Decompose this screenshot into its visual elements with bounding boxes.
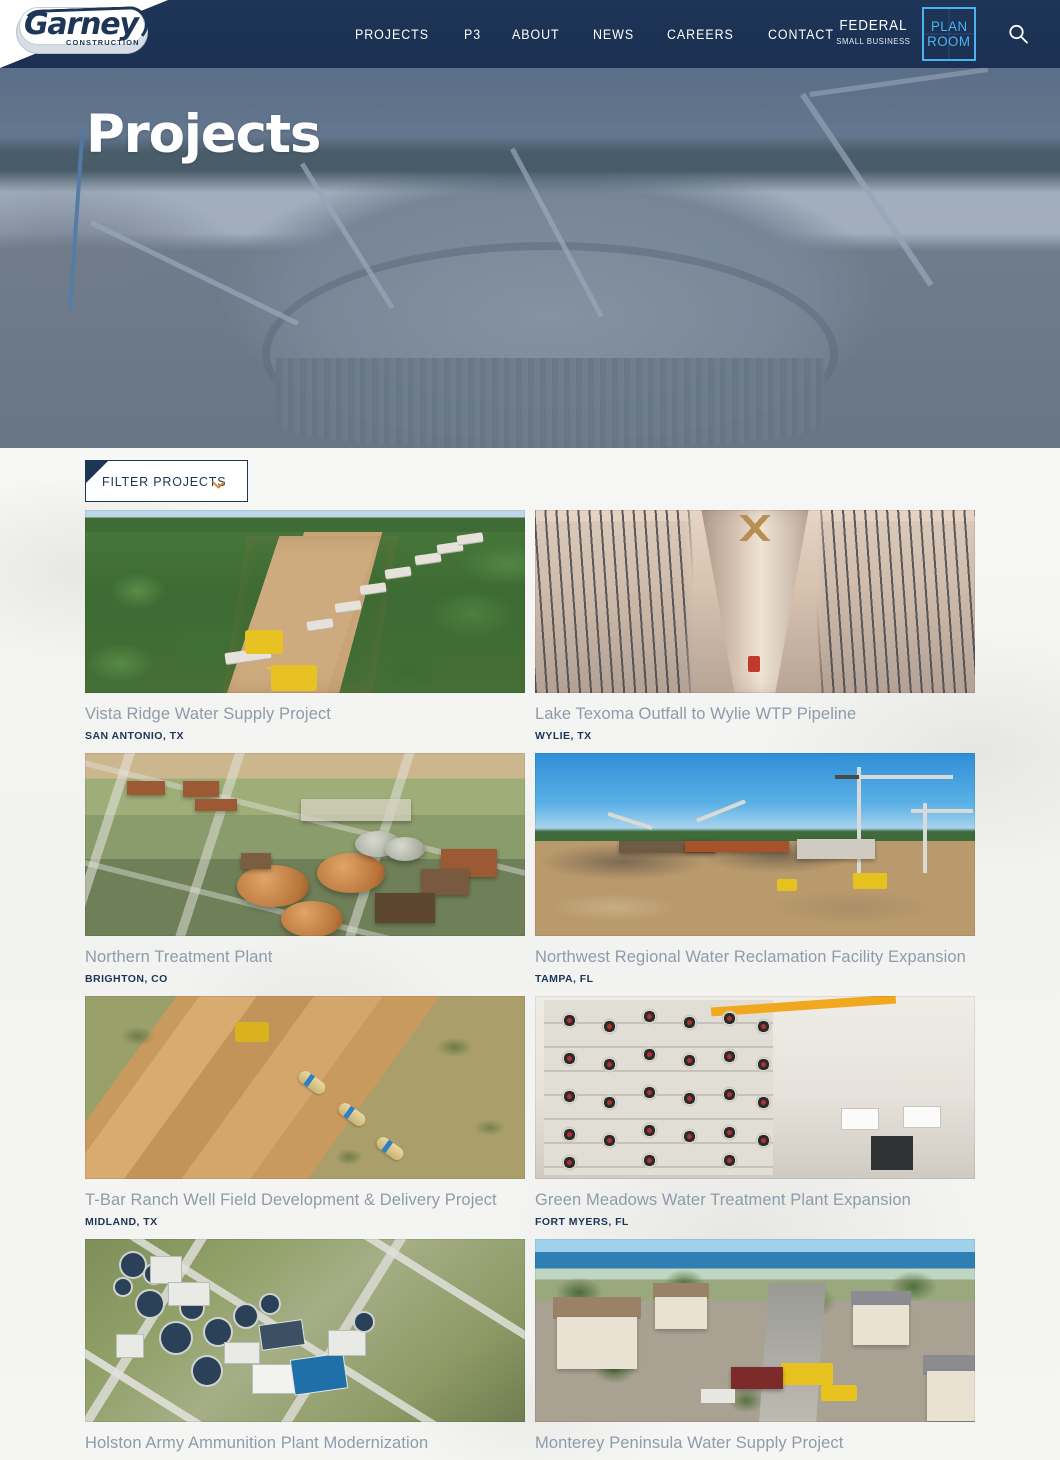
filter-projects-wrapper: FILTER PROJECTS bbox=[85, 460, 248, 502]
project-thumbnail bbox=[535, 1239, 975, 1422]
project-location: WYLIE, TX bbox=[535, 730, 592, 742]
filter-projects-button[interactable]: FILTER PROJECTS bbox=[85, 460, 248, 502]
search-icon[interactable] bbox=[1006, 22, 1030, 46]
project-thumbnail bbox=[535, 510, 975, 693]
federal-small-business-link[interactable]: FEDERAL SMALL BUSINESS bbox=[833, 18, 914, 46]
project-thumbnail bbox=[85, 510, 525, 693]
project-card-northwest-regional[interactable]: Northwest Regional Water Reclamation Fac… bbox=[535, 753, 975, 985]
project-card-t-bar-ranch[interactable]: T-Bar Ranch Well Field Development & Del… bbox=[85, 996, 525, 1228]
filter-projects-label: FILTER PROJECTS bbox=[102, 473, 227, 489]
project-location: FORT MYERS, FL bbox=[535, 1216, 629, 1228]
project-location: BRIGHTON, CO bbox=[85, 973, 168, 985]
project-card-vista-ridge[interactable]: Vista Ridge Water Supply Project SAN ANT… bbox=[85, 510, 525, 742]
project-title: Green Meadows Water Treatment Plant Expa… bbox=[535, 1190, 911, 1209]
site-header: Garney CONSTRUCTION PROJECTS P3 ABOUT NE… bbox=[0, 0, 1060, 68]
project-title: Vista Ridge Water Supply Project bbox=[85, 704, 331, 723]
main-navigation: PROJECTS P3 ABOUT NEWS CAREERS CONTACT bbox=[355, 0, 840, 68]
project-card-holston-army[interactable]: Holston Army Ammunition Plant Modernizat… bbox=[85, 1239, 525, 1459]
nav-item-news[interactable]: NEWS bbox=[593, 27, 634, 42]
project-location: TAMPA, FL bbox=[535, 973, 594, 985]
federal-label-line1: FEDERAL bbox=[839, 17, 908, 34]
logo-subtitle: CONSTRUCTION bbox=[66, 38, 140, 47]
project-title: Lake Texoma Outfall to Wylie WTP Pipelin… bbox=[535, 704, 857, 723]
projects-grid: Vista Ridge Water Supply Project SAN ANT… bbox=[85, 510, 975, 1459]
project-title: Northwest Regional Water Reclamation Fac… bbox=[535, 947, 966, 966]
project-thumbnail bbox=[535, 996, 975, 1179]
project-title: Monterey Peninsula Water Supply Project bbox=[535, 1433, 844, 1452]
nav-item-projects[interactable]: PROJECTS bbox=[355, 27, 429, 42]
project-card-monterey-peninsula[interactable]: Monterey Peninsula Water Supply Project bbox=[535, 1239, 975, 1459]
logo-wordmark: Garney bbox=[24, 7, 139, 42]
project-thumbnail bbox=[535, 753, 975, 936]
chevron-down-icon bbox=[212, 476, 225, 489]
federal-label-line2: SMALL BUSINESS bbox=[836, 36, 911, 46]
plan-room-line1: PLAN bbox=[930, 17, 968, 34]
nav-item-about[interactable]: ABOUT bbox=[512, 27, 560, 42]
project-thumbnail bbox=[85, 996, 525, 1179]
project-title: T-Bar Ranch Well Field Development & Del… bbox=[85, 1190, 497, 1209]
plan-room-line2: ROOM bbox=[927, 33, 971, 49]
project-title: Holston Army Ammunition Plant Modernizat… bbox=[85, 1433, 429, 1452]
project-title: Northern Treatment Plant bbox=[85, 947, 273, 966]
project-location: SAN ANTONIO, TX bbox=[85, 730, 184, 742]
plan-room-button[interactable]: PLAN ROOM bbox=[922, 7, 976, 61]
nav-item-careers[interactable]: CAREERS bbox=[667, 27, 734, 42]
garney-logo[interactable]: Garney CONSTRUCTION bbox=[14, 4, 152, 62]
project-thumbnail bbox=[85, 753, 525, 936]
project-card-lake-texoma[interactable]: Lake Texoma Outfall to Wylie WTP Pipelin… bbox=[535, 510, 975, 742]
project-location: MIDLAND, TX bbox=[85, 1216, 158, 1228]
project-card-green-meadows[interactable]: Green Meadows Water Treatment Plant Expa… bbox=[535, 996, 975, 1228]
nav-item-contact[interactable]: CONTACT bbox=[768, 27, 834, 42]
nav-item-p3[interactable]: P3 bbox=[464, 27, 481, 42]
project-card-northern-treatment-plant[interactable]: Northern Treatment Plant BRIGHTON, CO bbox=[85, 753, 525, 985]
page-title: Projects bbox=[86, 104, 321, 165]
project-thumbnail bbox=[85, 1239, 525, 1422]
